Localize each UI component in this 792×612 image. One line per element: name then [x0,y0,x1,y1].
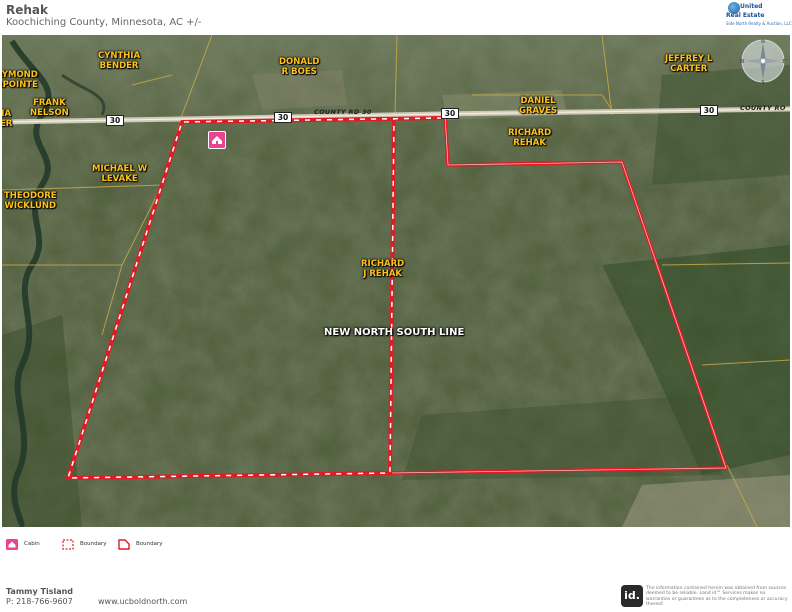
disclaimer-text: The information contained herein was obt… [646,586,788,608]
cabin-icon [212,136,222,144]
svg-text:N: N [761,39,765,45]
brand-logo: United Real Estate Side North Realty & A… [724,2,792,36]
svg-text:S: S [761,80,764,85]
brand-line-2: Real Estate [726,12,765,19]
map-subtitle: Koochiching County, Minnesota, AC +/- [6,17,202,28]
owner-label-cynthia-bender: CYNTHIA BENDER [98,51,141,71]
aerial-map[interactable]: COUNTY RD 30 COUNTY RO 30 30 30 30 AYMON… [2,35,790,527]
header: Rehak Koochiching County, Minnesota, AC … [0,0,792,34]
route-shield-30-c: 30 [441,108,459,119]
road-label-county-rd-30: COUNTY RD 30 [314,108,372,116]
map-canvas [2,35,790,527]
owner-label-ia: IA ER [2,109,13,129]
route-shield-30-a: 30 [106,115,124,126]
annotation-new-north-south-line: NEW NORTH SOUTH LINE [324,327,465,338]
footer: Tammy Tisland P: 218-766-9607 www.ucbold… [0,584,792,612]
dashed-boundary-icon [62,539,74,550]
compass-icon: N S E W [740,39,786,85]
agent-website-link[interactable]: www.ucboldnorth.com [98,597,187,606]
map-legend: Cabin Boundary Boundary [0,538,792,552]
road-label-county-ro: COUNTY RO [740,104,786,112]
cabin-marker[interactable] [208,131,226,149]
svg-text:E: E [782,59,785,65]
map-title: Rehak [6,3,48,17]
solid-boundary-icon [118,539,130,550]
owner-label-frank-nelson: FRANK NELSON [30,98,69,118]
land-id-logo: id. [621,585,643,607]
brand-line-3: Side North Realty & Auction, LLC [726,21,792,26]
compass-rose: N S E W [739,37,787,85]
owner-label-richard-j-rehak: RICHARD J REHAK [361,259,405,279]
owner-label-theodore-wicklund: THEODORE WICKLUND [4,191,57,211]
agent-name: Tammy Tisland [6,587,74,596]
brand-line-1: United [740,3,763,10]
owner-label-raymond-lapointe: AYMONDAPOINTE [2,70,38,90]
svg-text:W: W [740,59,745,65]
cabin-icon [6,539,18,550]
owner-label-jeffrey-l-carter: JEFFREY L CARTER [665,54,713,74]
route-shield-30-b: 30 [274,112,292,123]
agent-phone[interactable]: P: 218-766-9607 [6,597,73,606]
route-shield-30-d: 30 [700,105,718,116]
owner-label-richard-rehak: RICHARD REHAK [508,128,552,148]
owner-label-michael-w-levake: MICHAEL W LEVAKE [92,164,148,184]
owner-label-daniel-graves: DANIEL GRAVES [519,96,558,116]
owner-label-donald-r-boes: DONALD R BOES [279,57,320,77]
